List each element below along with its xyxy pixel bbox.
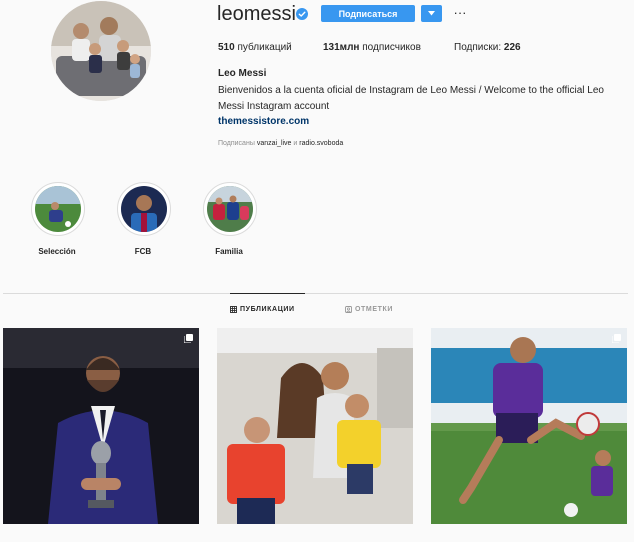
follow-button[interactable]: Подписаться: [321, 5, 415, 22]
followed-by-user-1[interactable]: vanzai_live: [257, 140, 292, 147]
highlight-label: Familia: [215, 247, 243, 256]
profile-full-name: Leo Messi: [218, 68, 267, 79]
highlight-ring: [117, 182, 171, 236]
followed-by-prefix: Подписаны: [218, 140, 255, 147]
profile-website-link[interactable]: themessistore.com: [218, 116, 309, 127]
profile-avatar[interactable]: [51, 1, 151, 101]
following-stat[interactable]: Подписки: 226: [454, 42, 521, 54]
profile-username: leomessi: [217, 3, 296, 25]
highlight-seleccion[interactable]: [31, 182, 85, 236]
highlight-label: Selección: [38, 247, 76, 256]
grid-icon: [230, 306, 237, 313]
highlight-label: FCB: [134, 247, 152, 256]
followed-by-text: Подписаны vanzai_live и radio.svoboda: [218, 140, 343, 147]
suggestions-dropdown-button[interactable]: [421, 5, 442, 22]
following-count: 226: [503, 42, 521, 53]
caret-down-icon: [428, 11, 435, 16]
tabs-divider: [3, 293, 628, 294]
verified-badge-icon: [296, 8, 308, 20]
post-image: [217, 328, 413, 524]
highlight-fcb[interactable]: [117, 182, 171, 236]
followers-stat[interactable]: 131млн подписчиков: [323, 42, 421, 54]
highlight-cover: [121, 186, 167, 232]
highlight-ring: [31, 182, 85, 236]
tab-tagged[interactable]: ОТМЕТКИ: [345, 306, 393, 313]
highlight-ring: [203, 182, 257, 236]
posts-label: публикаций: [237, 42, 292, 53]
highlight-cover: [35, 186, 81, 232]
post-thumbnail[interactable]: [431, 328, 627, 524]
profile-bio: Bienvenidos a la cuenta oficial de Insta…: [218, 85, 604, 112]
multiple-photos-icon: [612, 334, 621, 343]
followed-by-user-2[interactable]: radio.svoboda: [299, 140, 343, 147]
followed-by-joiner: и: [293, 140, 298, 147]
post-thumbnail[interactable]: [3, 328, 199, 524]
tab-posts[interactable]: ПУБЛИКАЦИИ: [230, 306, 295, 313]
posts-count: 510: [218, 42, 235, 53]
following-label: Подписки:: [454, 42, 502, 53]
followers-count: 131млн: [323, 42, 360, 53]
tab-tagged-label: ОТМЕТКИ: [355, 306, 394, 313]
tagged-icon: [345, 306, 352, 313]
posts-stat: 510 публикаций: [218, 42, 292, 54]
tab-posts-label: ПУБЛИКАЦИИ: [240, 306, 295, 313]
highlight-familia[interactable]: [203, 182, 257, 236]
highlight-cover: [207, 186, 253, 232]
post-thumbnail[interactable]: [217, 328, 413, 524]
followers-label: подписчиков: [362, 42, 421, 53]
multiple-photos-icon: [184, 334, 193, 343]
active-tab-indicator: [230, 293, 305, 294]
more-options-button[interactable]: ···: [452, 4, 468, 20]
post-image: [3, 328, 199, 524]
avatar-photo: [51, 1, 151, 101]
post-image: [431, 328, 627, 524]
